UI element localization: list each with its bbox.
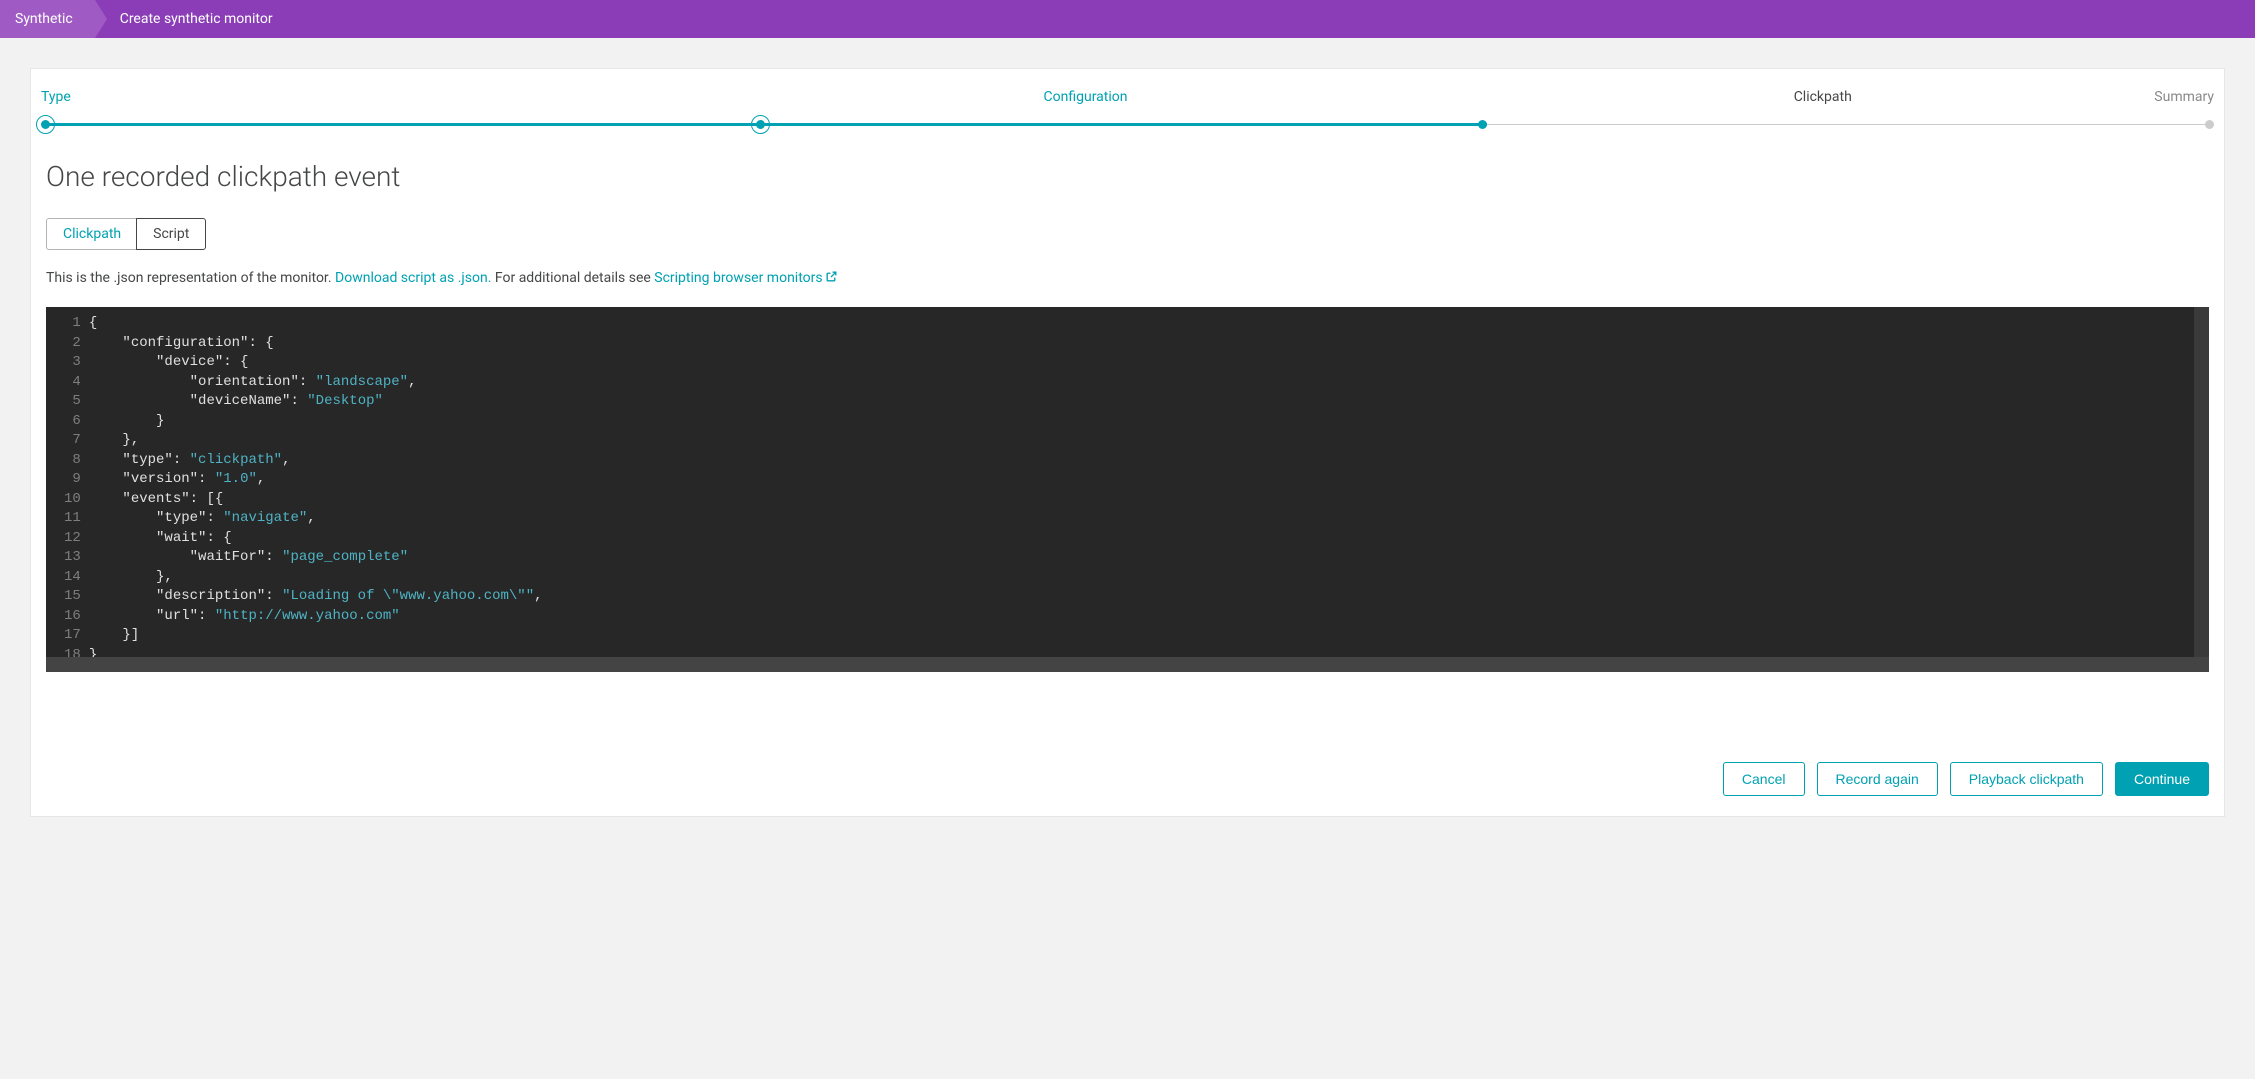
- step-label: Configuration: [1044, 89, 1128, 115]
- breadcrumb-label: Synthetic: [15, 11, 73, 27]
- step-clickpath[interactable]: Clickpath: [1128, 89, 1852, 115]
- progress-dot-3: [1478, 120, 1487, 129]
- cancel-button[interactable]: Cancel: [1723, 762, 1805, 796]
- editor-bottom-scrollbar[interactable]: [46, 657, 2209, 672]
- description-line: This is the .json representation of the …: [46, 270, 2209, 287]
- step-type[interactable]: Type: [41, 89, 403, 115]
- content-area: One recorded clickpath event Clickpath S…: [31, 160, 2224, 692]
- code-gutter: 123456789101112131415161718: [46, 307, 89, 672]
- footer-actions: Cancel Record again Playback clickpath C…: [31, 692, 2224, 816]
- wizard-step-labels: Type Configuration Clickpath Summary: [31, 69, 2224, 115]
- progress-dot-2: [756, 120, 765, 129]
- code-body[interactable]: { "configuration": { "device": { "orient…: [89, 307, 2209, 672]
- code-editor[interactable]: 123456789101112131415161718 { "configura…: [46, 307, 2209, 672]
- main-card: Type Configuration Clickpath Summary One…: [30, 68, 2225, 817]
- record-again-button[interactable]: Record again: [1817, 762, 1938, 796]
- step-label: Clickpath: [1794, 89, 1852, 115]
- tab-clickpath[interactable]: Clickpath: [46, 218, 137, 250]
- breadcrumb-item-create[interactable]: Create synthetic monitor: [95, 0, 295, 38]
- wizard-progress: [41, 115, 2214, 135]
- external-link-icon: [825, 270, 838, 287]
- step-configuration[interactable]: Configuration: [403, 89, 1127, 115]
- view-tabs: Clickpath Script: [46, 218, 2209, 250]
- docs-link[interactable]: Scripting browser monitors: [654, 270, 837, 286]
- progress-dot-4: [2205, 120, 2214, 129]
- page-title: One recorded clickpath event: [46, 160, 2209, 193]
- step-label: Type: [41, 89, 403, 115]
- continue-button[interactable]: Continue: [2115, 762, 2209, 796]
- breadcrumb-label: Create synthetic monitor: [120, 11, 273, 27]
- breadcrumb-item-synthetic[interactable]: Synthetic: [0, 0, 95, 38]
- desc-pre: This is the .json representation of the …: [46, 270, 335, 286]
- breadcrumb: Synthetic Create synthetic monitor: [0, 0, 2255, 38]
- step-label: Summary: [1852, 89, 2214, 115]
- tab-script[interactable]: Script: [136, 218, 206, 250]
- step-summary[interactable]: Summary: [1852, 89, 2214, 115]
- desc-mid: For additional details see: [491, 270, 654, 286]
- download-script-link[interactable]: Download script as .json.: [335, 270, 491, 286]
- playback-clickpath-button[interactable]: Playback clickpath: [1950, 762, 2103, 796]
- progress-dot-1: [41, 120, 50, 129]
